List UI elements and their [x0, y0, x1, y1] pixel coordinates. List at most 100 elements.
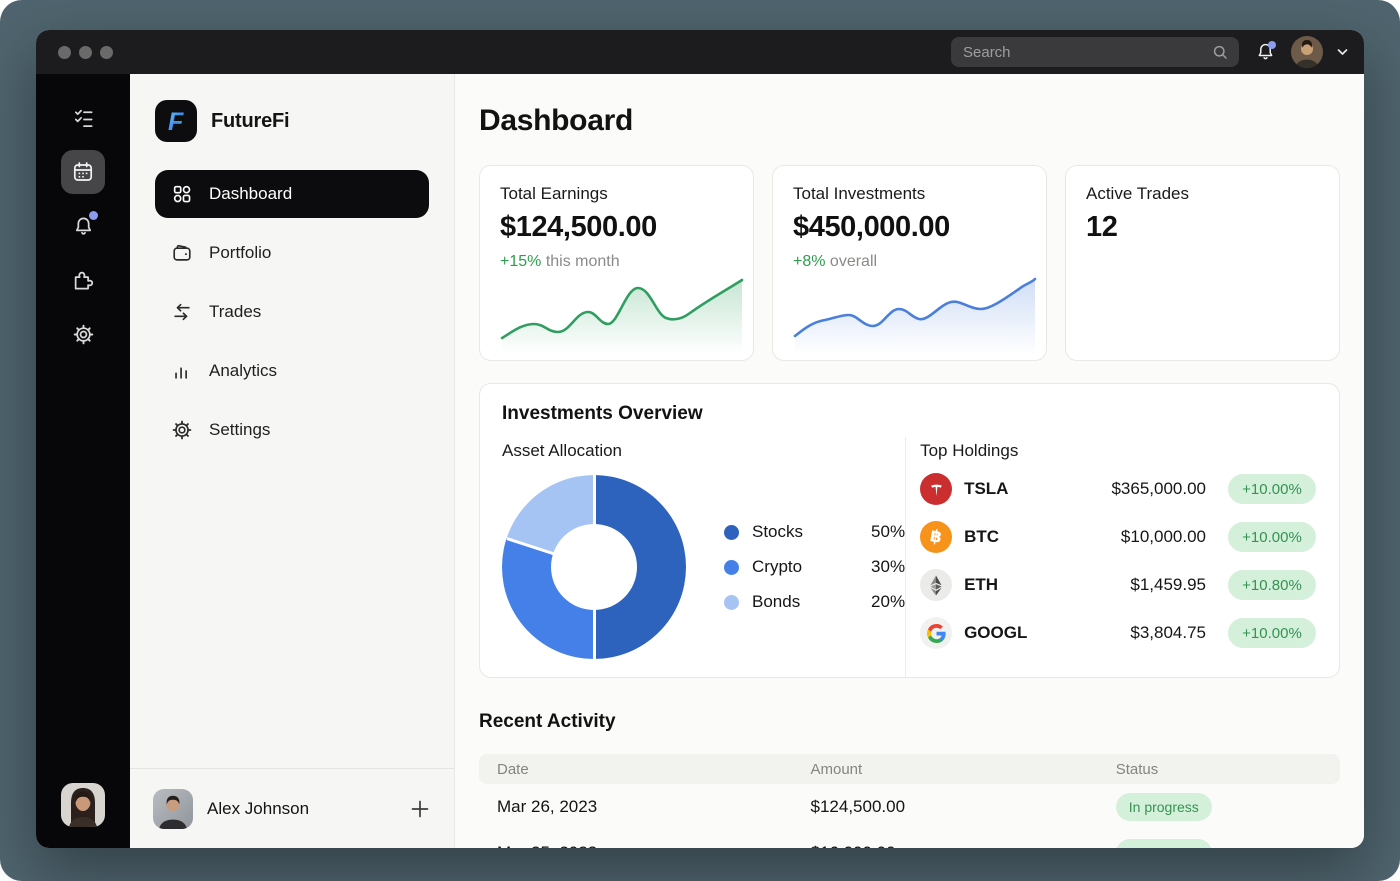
activity-row[interactable]: Mar 26, 2023 $124,500.00 In progress [479, 784, 1340, 830]
stat-card-total-earnings: Total Earnings $124,500.00 +15% this mon… [479, 165, 754, 361]
holding-row-tsla[interactable]: TSLA $365,000.00 +10.00% [920, 469, 1316, 509]
brand-name: FutureFi [211, 110, 289, 133]
stat-label: Active Trades [1086, 184, 1319, 204]
holding-row-btc[interactable]: ฿ BTC $10,000.00 +10.00% [920, 517, 1316, 557]
sidebar-item-label: Dashboard [209, 184, 292, 204]
change-badge: +10.00% [1228, 618, 1316, 648]
stat-value: $450,000.00 [793, 211, 1026, 244]
bar-chart-icon [171, 360, 193, 382]
main-content: Dashboard Total Earnings $124,500.00 +15… [455, 74, 1364, 848]
legend-dot [724, 595, 739, 610]
stat-cards: Total Earnings $124,500.00 +15% this mon… [479, 165, 1340, 361]
sidebar-item-label: Settings [209, 420, 270, 440]
activity-row[interactable]: Mar 25, 2023 $16,000.00 In progress [479, 830, 1340, 848]
swap-arrows-icon [171, 301, 193, 323]
ethereum-icon [920, 569, 952, 601]
stat-change: +15% this month [500, 253, 733, 271]
search-icon [1211, 43, 1229, 61]
search-field[interactable] [963, 44, 1211, 61]
earnings-sparkline [500, 274, 744, 354]
user-avatar-small[interactable] [153, 789, 193, 829]
sidebar-item-label: Analytics [209, 361, 277, 381]
wallet-icon [171, 242, 193, 264]
stat-label: Total Investments [793, 184, 1026, 204]
asset-allocation-panel: Asset Allocation [480, 437, 906, 677]
gear-icon [171, 419, 193, 441]
window-titlebar [36, 30, 1364, 74]
window-control-dot[interactable] [79, 46, 92, 59]
top-holdings-panel: Top Holdings TSLA $365,000.00 +10.00% [906, 437, 1339, 677]
activity-table-header: Date Amount Status [479, 754, 1340, 784]
stat-card-total-investments: Total Investments $450,000.00 +8% overal… [772, 165, 1047, 361]
change-badge: +10.80% [1228, 570, 1316, 600]
column-header-amount: Amount [811, 761, 1116, 778]
stat-value: $124,500.00 [500, 211, 733, 244]
holding-row-googl[interactable]: GOOGL $3,804.75 +10.00% [920, 613, 1316, 653]
legend-item-bonds: Bonds 20% [724, 592, 905, 612]
status-badge: In progress [1116, 793, 1212, 821]
investments-overview-card: Investments Overview Asset Allocation [479, 383, 1340, 678]
legend-item-crypto: Crypto 30% [724, 557, 905, 577]
page-title: Dashboard [479, 104, 1340, 138]
chevron-down-icon[interactable] [1337, 48, 1348, 56]
sidebar-item-settings[interactable]: Settings [155, 406, 429, 454]
legend-dot [724, 525, 739, 540]
sidebar-item-label: Portfolio [209, 243, 271, 263]
stat-label: Total Earnings [500, 184, 733, 204]
secondary-user-avatar[interactable] [61, 783, 105, 827]
plus-icon [410, 799, 430, 819]
add-button[interactable] [410, 799, 430, 819]
rail-item-tasks[interactable] [61, 96, 105, 140]
tesla-icon [920, 473, 952, 505]
holding-row-eth[interactable]: ETH $1,459.95 +10.80% [920, 565, 1316, 605]
sidebar-item-portfolio[interactable]: Portfolio [155, 229, 429, 277]
brand-logo-icon: F [155, 100, 197, 142]
window-control-dot[interactable] [100, 46, 113, 59]
notification-dot [1268, 41, 1276, 49]
asset-allocation-title: Asset Allocation [502, 441, 905, 461]
google-icon [920, 617, 952, 649]
brand: F FutureFi [130, 74, 454, 142]
allocation-donut [502, 475, 686, 659]
status-badge: In progress [1116, 839, 1212, 848]
sidebar-item-trades[interactable]: Trades [155, 288, 429, 336]
bitcoin-icon: ฿ [920, 521, 952, 553]
app-window: F FutureFi Dashboard [36, 30, 1364, 848]
grid-icon [171, 183, 193, 205]
user-name: Alex Johnson [207, 799, 309, 819]
window-control-dot[interactable] [58, 46, 71, 59]
investments-sparkline [793, 274, 1037, 354]
gear-icon [72, 323, 95, 346]
user-avatar[interactable] [1291, 36, 1323, 68]
rail-item-notifications[interactable] [61, 204, 105, 248]
change-badge: +10.00% [1228, 522, 1316, 552]
icon-rail [36, 74, 130, 848]
column-header-date: Date [497, 761, 811, 778]
svg-text:F: F [168, 108, 184, 136]
notifications-button[interactable] [1253, 40, 1277, 64]
calendar-icon [71, 160, 95, 184]
rail-item-settings[interactable] [61, 312, 105, 356]
top-holdings-title: Top Holdings [920, 441, 1316, 461]
allocation-legend: Stocks 50% Crypto 30% [724, 522, 905, 612]
sidebar-item-dashboard[interactable]: Dashboard [155, 170, 429, 218]
window-controls [58, 46, 113, 59]
tasks-icon [72, 107, 95, 130]
legend-item-stocks: Stocks 50% [724, 522, 905, 542]
stat-change: +8% overall [793, 253, 1026, 271]
stat-card-active-trades: Active Trades 12 [1065, 165, 1340, 361]
rail-item-integrations[interactable] [61, 258, 105, 302]
recent-activity-title: Recent Activity [479, 711, 1340, 733]
notification-dot [89, 211, 98, 220]
stat-value: 12 [1086, 211, 1319, 244]
desktop-background: F FutureFi Dashboard [0, 0, 1400, 881]
change-badge: +10.00% [1228, 474, 1316, 504]
sidebar-item-label: Trades [209, 302, 261, 322]
legend-dot [724, 560, 739, 575]
rail-item-calendar[interactable] [61, 150, 105, 194]
column-header-status: Status [1116, 761, 1322, 778]
section-title: Investments Overview [480, 384, 1339, 425]
puzzle-icon [72, 269, 95, 292]
sidebar-item-analytics[interactable]: Analytics [155, 347, 429, 395]
search-input[interactable] [951, 37, 1239, 67]
